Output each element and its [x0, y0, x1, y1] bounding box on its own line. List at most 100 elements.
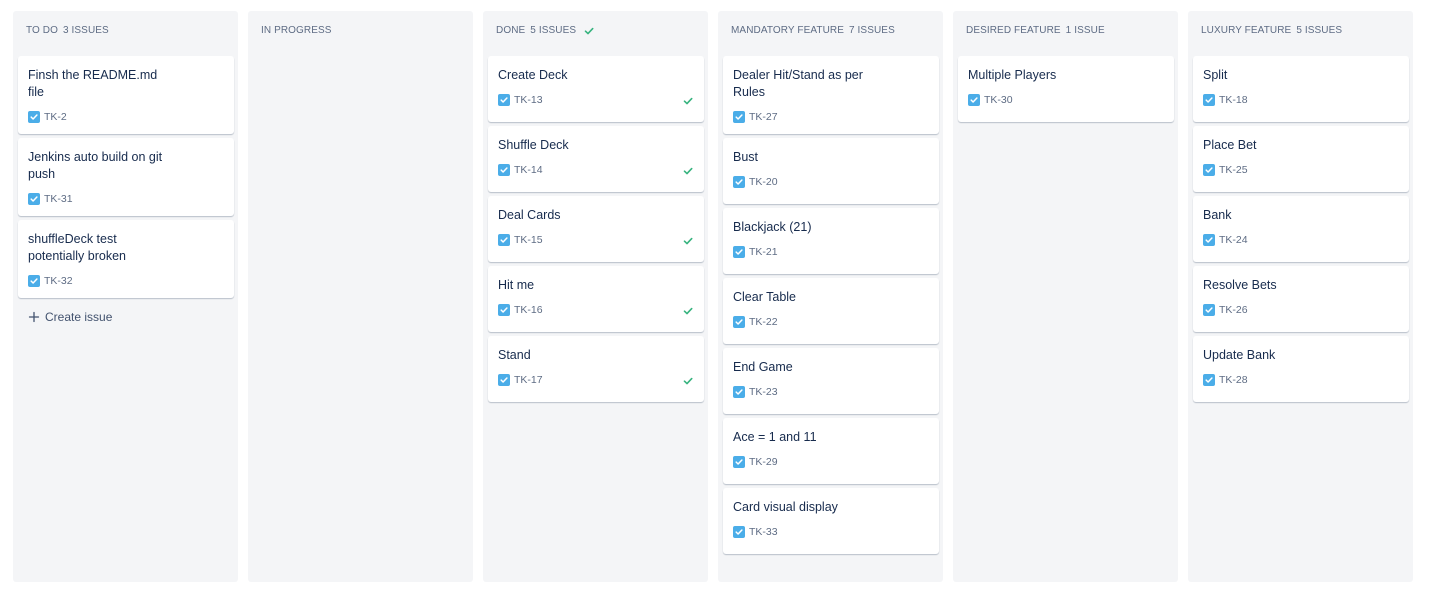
create-issue-button[interactable]: Create issue: [18, 302, 234, 332]
issue-card[interactable]: Card visual display TK-33: [723, 488, 939, 554]
task-checkbox-icon: [1203, 304, 1215, 316]
issue-card-footer: TK-28: [1203, 374, 1399, 386]
checkmark-icon: [683, 376, 693, 386]
issue-card[interactable]: Ace = 1 and 11 TK-29: [723, 418, 939, 484]
task-checkbox-icon: [498, 234, 510, 246]
issue-summary: Blackjack (21): [733, 220, 812, 234]
board-column-in-progress[interactable]: IN PROGRESS: [248, 11, 473, 582]
issue-summary: Shuffle Deck: [498, 138, 569, 152]
issue-card[interactable]: Finsh the README.md file TK-2: [18, 56, 234, 134]
kanban-board: TO DO 3 ISSUES Finsh the README.md file TK-…: [0, 0, 1439, 607]
issue-summary: shuffleDeck test potentially broken: [28, 232, 126, 263]
issue-card-footer: TK-16: [498, 304, 694, 316]
board-column-desired-feature[interactable]: DESIRED FEATURE 1 ISSUE Multiple Players TK…: [953, 11, 1178, 582]
task-checkbox-icon: [498, 94, 510, 106]
issue-summary: Bank: [1203, 208, 1232, 222]
issue-key[interactable]: TK-33: [749, 526, 778, 538]
issue-card[interactable]: Create Deck TK-13: [488, 56, 704, 122]
issue-key[interactable]: TK-20: [749, 176, 778, 188]
issue-summary: Clear Table: [733, 290, 797, 304]
issue-key[interactable]: TK-29: [749, 456, 778, 468]
issue-card[interactable]: End Game TK-23: [723, 348, 939, 414]
issue-summary: Dealer Hit/Stand as per Rules: [733, 68, 863, 99]
column-header: IN PROGRESS: [261, 25, 463, 36]
issue-key[interactable]: TK-2: [44, 111, 67, 123]
issue-card[interactable]: Bust TK-20: [723, 138, 939, 204]
issue-card[interactable]: Clear Table TK-22: [723, 278, 939, 344]
issue-key[interactable]: TK-17: [514, 374, 543, 386]
issue-key[interactable]: TK-21: [749, 246, 778, 258]
issue-summary: Stand: [498, 348, 531, 362]
issue-card[interactable]: Update Bank TK-28: [1193, 336, 1409, 402]
issue-card[interactable]: Stand TK-17: [488, 336, 704, 402]
task-checkbox-icon: [1203, 374, 1215, 386]
issue-key[interactable]: TK-26: [1219, 304, 1248, 316]
column-title: MANDATORY FEATURE: [731, 25, 845, 36]
issue-card-footer: TK-13: [498, 94, 694, 106]
issue-key[interactable]: TK-32: [44, 275, 73, 287]
board-column-mandatory-feature[interactable]: MANDATORY FEATURE 7 ISSUES Dealer Hit/Stan…: [718, 11, 943, 582]
issue-card-footer: TK-27: [733, 111, 929, 123]
issue-card-footer: TK-31: [28, 193, 224, 205]
issue-summary: Finsh the README.md file: [28, 68, 158, 99]
column-card-list: Split TK-18 Place Bet TK-25 Bank TK-24 Resolve…: [1193, 56, 1409, 406]
issue-key[interactable]: TK-28: [1219, 374, 1248, 386]
column-card-list: Create Deck TK-13 Shuffle Deck TK-14 Deal Ca…: [488, 56, 704, 406]
issue-card-footer: TK-18: [1203, 94, 1399, 106]
issue-card[interactable]: Shuffle Deck TK-14: [488, 126, 704, 192]
board-column-done[interactable]: DONE 5 ISSUES Create Deck TK-13 Shuffle Deck…: [483, 11, 708, 582]
issue-summary: End Game: [733, 360, 793, 374]
issue-card-footer: TK-17: [498, 374, 694, 386]
issue-key[interactable]: TK-27: [749, 111, 778, 123]
issue-key[interactable]: TK-16: [514, 304, 543, 316]
column-issue-count: 7 ISSUES: [849, 25, 895, 36]
issue-card-footer: TK-25: [1203, 164, 1399, 176]
issue-card[interactable]: Hit me TK-16: [488, 266, 704, 332]
board-column-to-do[interactable]: TO DO 3 ISSUES Finsh the README.md file TK-…: [13, 11, 238, 582]
issue-card-footer: TK-24: [1203, 234, 1399, 246]
checkmark-icon: [584, 26, 594, 36]
task-checkbox-icon: [498, 304, 510, 316]
issue-card-footer: TK-26: [1203, 304, 1399, 316]
issue-card-footer: TK-14: [498, 164, 694, 176]
task-checkbox-icon: [1203, 94, 1215, 106]
issue-key[interactable]: TK-18: [1219, 94, 1248, 106]
issue-key[interactable]: TK-13: [514, 94, 543, 106]
issue-card[interactable]: Resolve Bets TK-26: [1193, 266, 1409, 332]
issue-key[interactable]: TK-22: [749, 316, 778, 328]
issue-key[interactable]: TK-31: [44, 193, 73, 205]
issue-card[interactable]: Jenkins auto build on git push TK-31: [18, 138, 234, 216]
column-header: DONE 5 ISSUES: [496, 25, 698, 36]
issue-card-footer: TK-20: [733, 176, 929, 188]
issue-summary: Ace = 1 and 11: [733, 430, 817, 444]
issue-key[interactable]: TK-15: [514, 234, 543, 246]
issue-card[interactable]: Dealer Hit/Stand as per Rules TK-27: [723, 56, 939, 134]
column-title: IN PROGRESS: [261, 25, 332, 36]
board-column-luxury-feature[interactable]: LUXURY FEATURE 5 ISSUES Split TK-18 Place Be…: [1188, 11, 1413, 582]
task-checkbox-icon: [28, 275, 40, 287]
issue-summary: Place Bet: [1203, 138, 1257, 152]
issue-card[interactable]: Blackjack (21) TK-21: [723, 208, 939, 274]
issue-key[interactable]: TK-30: [984, 94, 1013, 106]
column-title: DESIRED FEATURE: [966, 25, 1061, 36]
issue-card-footer: TK-2: [28, 111, 224, 123]
checkmark-icon: [683, 306, 693, 316]
issue-card[interactable]: shuffleDeck test potentially broken TK-32: [18, 220, 234, 298]
issue-card[interactable]: Split TK-18: [1193, 56, 1409, 122]
task-checkbox-icon: [733, 456, 745, 468]
column-header: TO DO 3 ISSUES: [26, 25, 228, 36]
issue-key[interactable]: TK-14: [514, 164, 543, 176]
issue-key[interactable]: TK-23: [749, 386, 778, 398]
column-title: LUXURY FEATURE: [1201, 25, 1292, 36]
issue-card[interactable]: Deal Cards TK-15: [488, 196, 704, 262]
column-issue-count: 3 ISSUES: [62, 25, 109, 36]
issue-summary: Jenkins auto build on git push: [28, 150, 163, 181]
plus-icon: [28, 311, 40, 323]
issue-card[interactable]: Place Bet TK-25: [1193, 126, 1409, 192]
issue-key[interactable]: TK-24: [1219, 234, 1248, 246]
task-checkbox-icon: [733, 111, 745, 123]
issue-key[interactable]: TK-25: [1219, 164, 1248, 176]
issue-card[interactable]: Multiple Players TK-30: [958, 56, 1174, 122]
column-card-list: Finsh the README.md file TK-2 Jenkins auto…: [18, 56, 234, 332]
issue-card[interactable]: Bank TK-24: [1193, 196, 1409, 262]
